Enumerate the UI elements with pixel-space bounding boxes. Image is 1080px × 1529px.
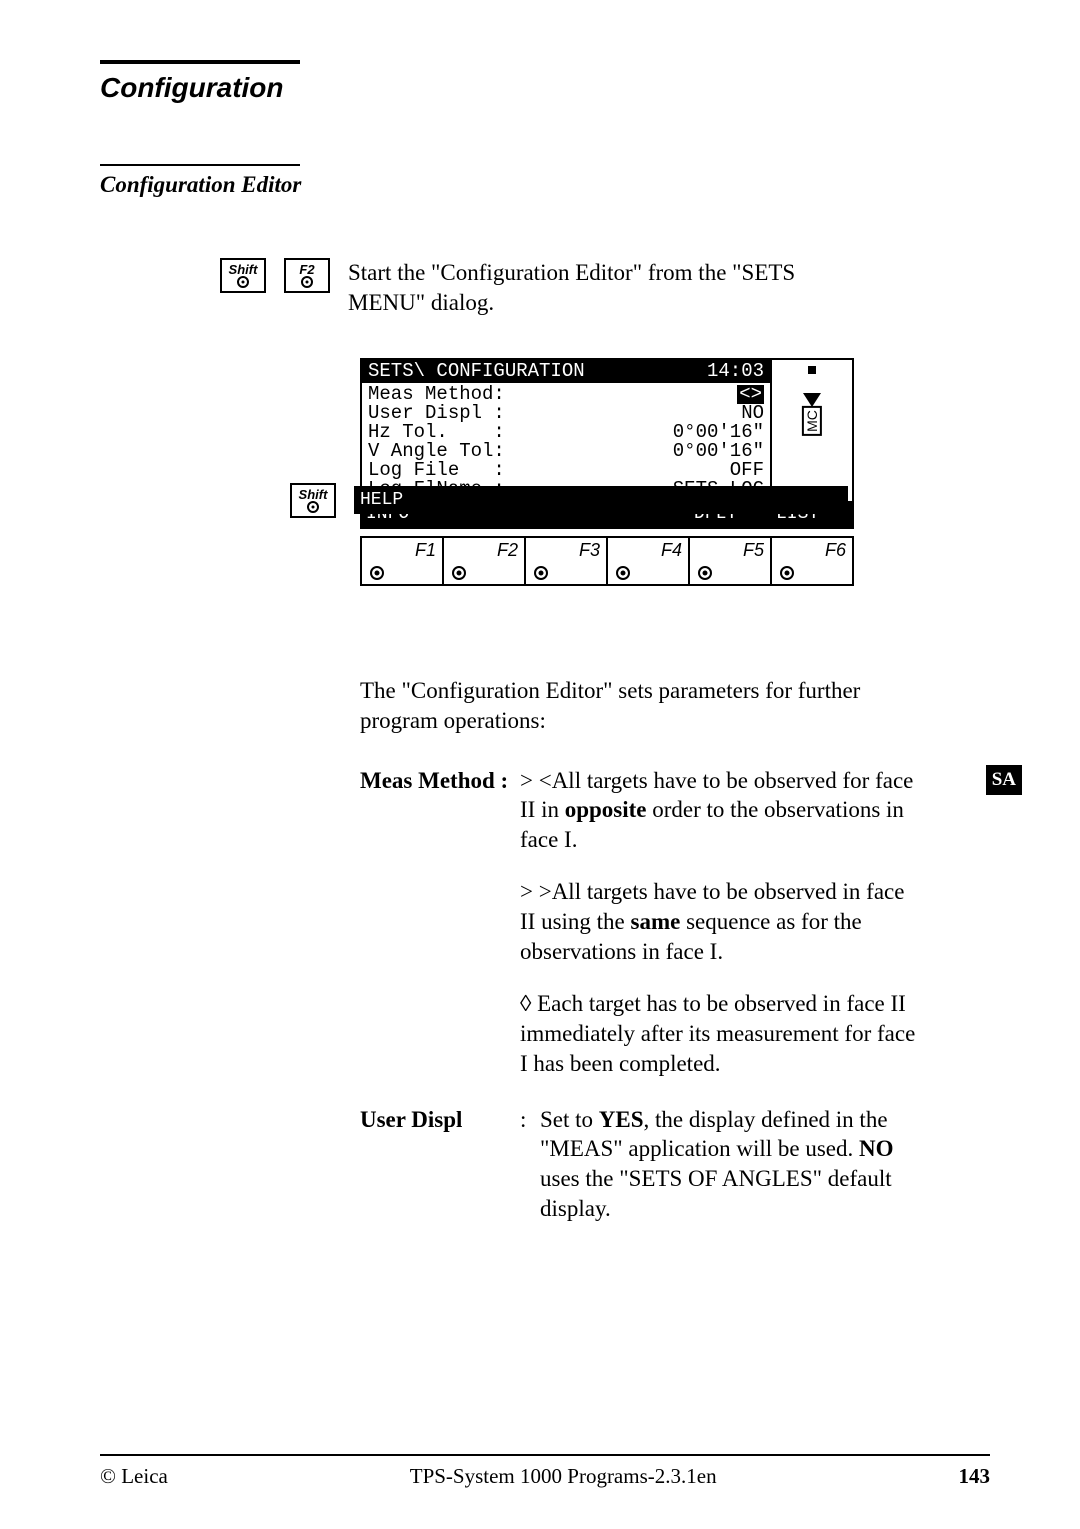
def-user-label: User Displ	[360, 1105, 520, 1225]
fkey-dot-icon	[780, 566, 794, 580]
def-meas-p3: ◊ Each target has to be observed in face…	[520, 989, 920, 1079]
row-label: Hz Tol. :	[368, 423, 505, 442]
section-title: Configuration	[100, 72, 990, 104]
screen-titlebar: SETS\ CONFIGURATION 14:03	[362, 360, 770, 383]
softkey-blank	[684, 488, 766, 512]
fkey-dot-icon	[616, 566, 630, 580]
def-colon: :	[501, 768, 509, 793]
def-meas-label: Meas Method	[360, 768, 495, 793]
fkey-label: F1	[415, 540, 436, 560]
def-colon: :	[520, 1105, 540, 1225]
screen-body: Meas Method: <> User Displ : NO Hz Tol. : 0…	[362, 383, 770, 501]
fkey-f4[interactable]: F4	[608, 538, 690, 584]
footer-copyright: © Leica	[100, 1464, 168, 1489]
triangle-down-icon	[803, 393, 821, 407]
page-footer: © Leica TPS-System 1000 Programs-2.3.1en…	[100, 1454, 990, 1489]
fkey-f1[interactable]: F1	[362, 538, 444, 584]
fkey-dot-icon	[452, 566, 466, 580]
f2-key-label: F2	[299, 262, 314, 277]
row-label: User Displ :	[368, 404, 505, 423]
fkey-label: F3	[579, 540, 600, 560]
footer-docid: TPS-System 1000 Programs-2.3.1en	[410, 1464, 717, 1489]
row-value-selected[interactable]: <>	[737, 385, 764, 404]
shift-key-label: Shift	[229, 262, 258, 277]
subsection-title: Configuration Editor	[100, 172, 990, 198]
fkey-f5[interactable]: F5	[690, 538, 772, 584]
f2-key-icon: F2	[284, 258, 330, 293]
shift-key-icon: Shift	[290, 483, 336, 518]
definition-list: Meas Method : > <All targets have to be …	[360, 766, 920, 1225]
fkey-label: F5	[743, 540, 764, 560]
row-value: NO	[741, 404, 764, 423]
fkey-label: F2	[497, 540, 518, 560]
fkey-dot-icon	[534, 566, 548, 580]
footer-pagenumber: 143	[958, 1464, 990, 1489]
fkey-f6[interactable]: F6	[772, 538, 852, 584]
hardware-fkey-row: F1 F2 F3 F4 F5 F6	[360, 536, 854, 586]
def-meas-p1: > <All targets have to be observed for f…	[520, 766, 920, 856]
key-dot-icon	[237, 276, 249, 288]
screen-title: SETS\ CONFIGURATION	[368, 362, 585, 381]
square-icon	[808, 366, 816, 374]
subsection-rule	[100, 164, 300, 166]
row-label: Meas Method:	[368, 385, 505, 404]
screen-sidecolumn: MC	[770, 383, 852, 501]
def-meas-p2: > >All targets have to be observed in fa…	[520, 877, 920, 967]
key-dot-icon	[307, 501, 319, 513]
row-label: V Angle Tol:	[368, 442, 505, 461]
row-value: 0°00'16"	[673, 423, 764, 442]
row-label: Log File :	[368, 461, 505, 480]
side-tab-sa: SA	[986, 765, 1022, 795]
screen-time: 14:03	[707, 362, 764, 381]
fkey-dot-icon	[698, 566, 712, 580]
intro-paragraph: Start the "Configuration Editor" from th…	[348, 258, 868, 318]
section-rule	[100, 60, 300, 64]
shift-key-label: Shift	[299, 487, 328, 502]
fkey-f2[interactable]: F2	[444, 538, 526, 584]
shift-key-icon: Shift	[220, 258, 266, 293]
softkey-help[interactable]: HELP	[356, 488, 438, 512]
fkey-f3[interactable]: F3	[526, 538, 608, 584]
fkey-label: F6	[825, 540, 846, 560]
row-value: 0°00'16"	[673, 442, 764, 461]
key-dot-icon	[301, 276, 313, 288]
fkey-label: F4	[661, 540, 682, 560]
screen-sidecolumn	[770, 360, 852, 383]
def-user-p1: Set to YES, the display defined in the "…	[540, 1105, 920, 1225]
fkey-dot-icon	[370, 566, 384, 580]
mc-badge: MC	[802, 406, 822, 436]
row-value: OFF	[730, 461, 764, 480]
body-paragraph: The "Configuration Editor" sets paramete…	[360, 676, 880, 736]
softkey-blank	[602, 488, 684, 512]
softkey-blank	[520, 488, 602, 512]
softkey-blank	[438, 488, 520, 512]
